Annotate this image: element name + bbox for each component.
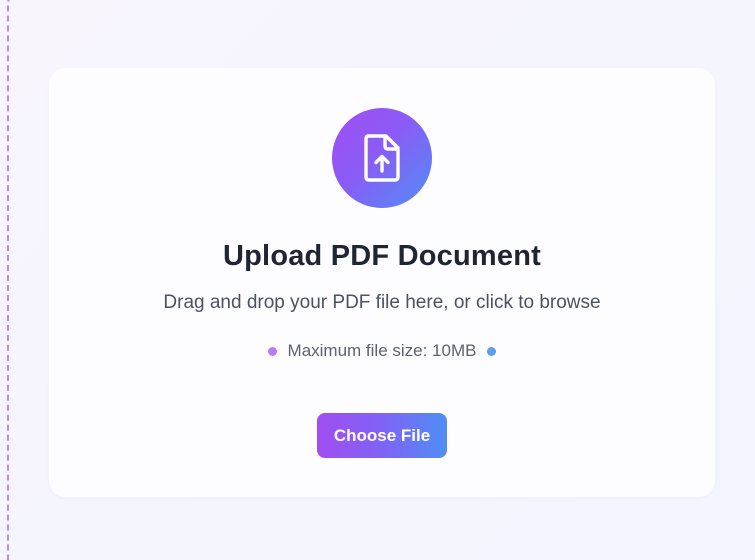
decorative-dot bbox=[267, 346, 277, 356]
upload-subtitle: Drag and drop your PDF file here, or cli… bbox=[163, 292, 601, 313]
file-size-limit: Maximum file size: 10MB bbox=[49, 341, 715, 361]
upload-card: Upload PDF Document Drag and drop your P… bbox=[49, 68, 715, 497]
decorative-dot bbox=[487, 346, 497, 356]
upload-icon-badge bbox=[332, 108, 432, 208]
file-size-limit-text: Maximum file size: 10MB bbox=[287, 341, 477, 360]
file-upload-icon bbox=[364, 134, 400, 182]
choose-file-button[interactable]: Choose File bbox=[317, 413, 447, 458]
upload-title: Upload PDF Document bbox=[223, 240, 541, 272]
